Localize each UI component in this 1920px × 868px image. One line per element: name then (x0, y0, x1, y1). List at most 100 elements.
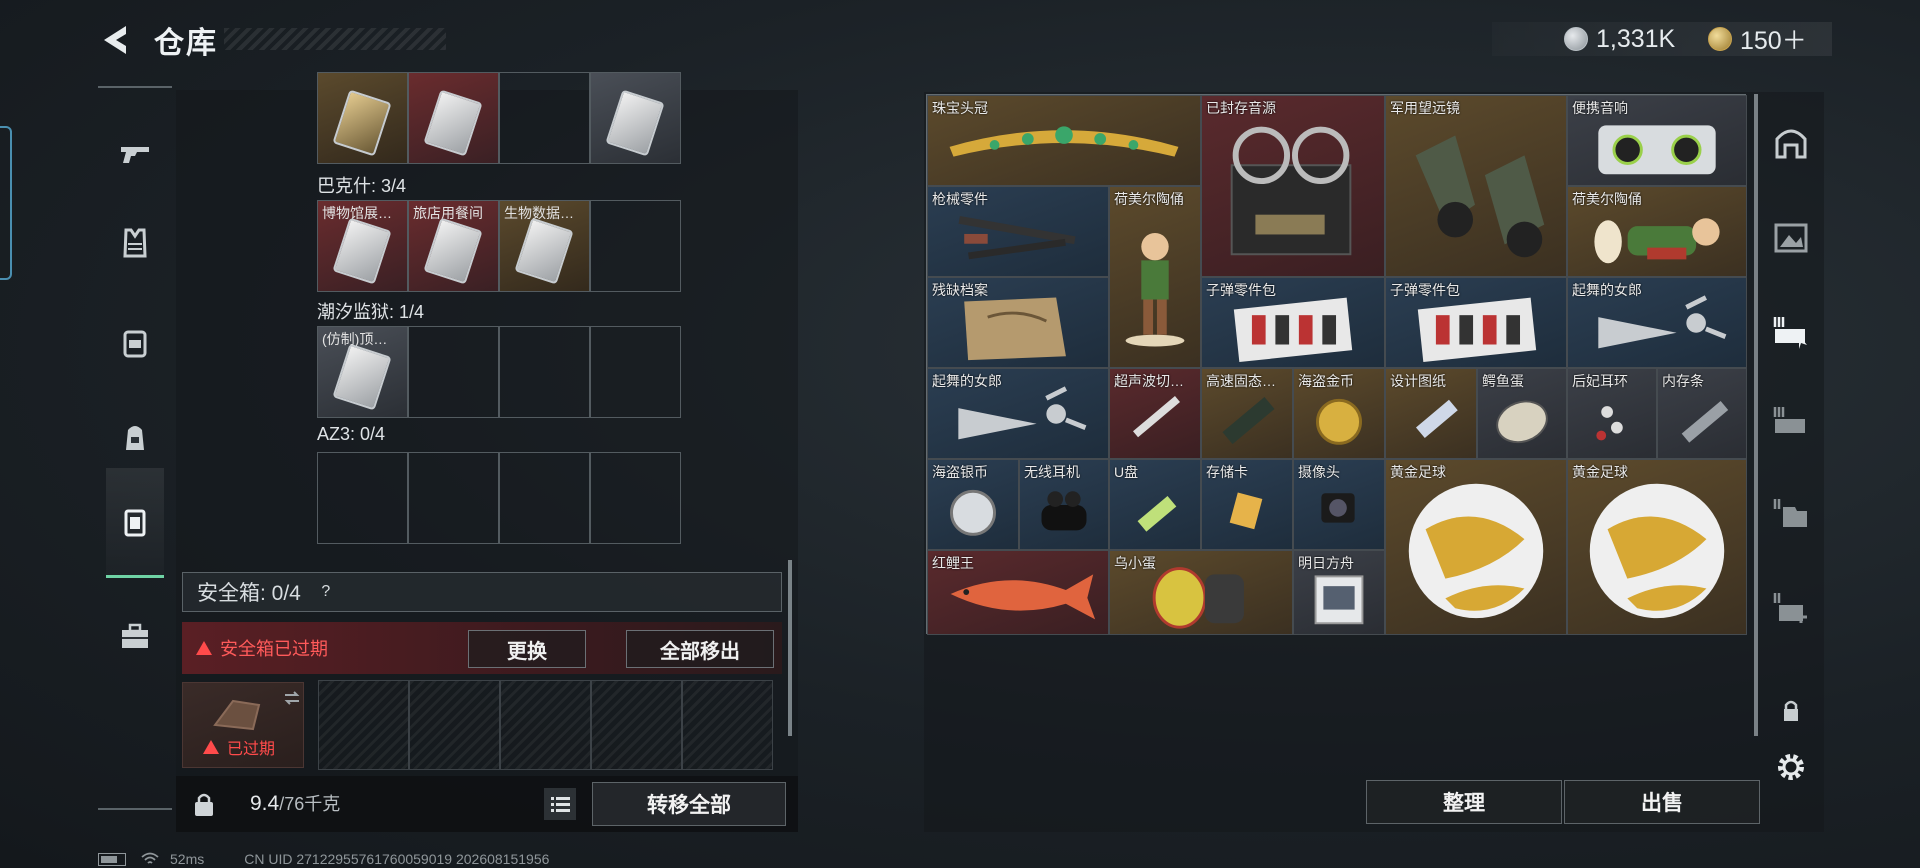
safe-box-cell[interactable] (682, 680, 773, 770)
header: 仓库 1,331K 150＋ (0, 0, 1920, 80)
keycard-icon (605, 89, 665, 157)
nav-chest-rig[interactable] (106, 314, 164, 372)
item-label: 超声波切… (1114, 373, 1184, 389)
gold-coin-icon (1708, 27, 1732, 51)
silver-coin-icon (1564, 27, 1588, 51)
add-folder-icon (1773, 593, 1807, 623)
warehouse-item[interactable]: 乌小蛋 (1109, 550, 1293, 635)
item-label: 枪械零件 (932, 191, 988, 207)
empty-slot[interactable] (499, 326, 590, 418)
warehouse-item[interactable]: 荷美尔陶俑 (1567, 186, 1747, 277)
gold-currency[interactable]: 150＋ (1708, 22, 1807, 56)
sort-button[interactable]: 整理 (1366, 780, 1562, 824)
back-arrow-icon[interactable] (96, 20, 136, 60)
tab-overview[interactable] (1766, 118, 1816, 168)
warehouse-panel: 珠宝头冠 已封存音源 军用望远镜 便携音响 枪械零件 荷美尔陶俑 荷美尔陶俑 残… (924, 92, 1824, 832)
nav-weapons[interactable] (106, 124, 164, 182)
currency-bar: 1,331K 150＋ (1492, 22, 1832, 56)
keycard-slot[interactable]: 生物数据… (499, 200, 590, 292)
settings-button[interactable] (1766, 742, 1816, 792)
warehouse-item[interactable]: 子弹零件包 (1385, 277, 1567, 368)
warehouse-item[interactable]: 起舞的女郎 (1567, 277, 1747, 368)
warehouse-item[interactable]: 黄金足球 (1567, 459, 1747, 635)
vest-icon (123, 228, 147, 258)
warehouse-item[interactable]: 鳄鱼蛋 (1477, 368, 1567, 459)
warehouse-item[interactable]: 子弹零件包 (1201, 277, 1385, 368)
warehouse-item[interactable]: U盘 (1109, 459, 1201, 550)
warehouse-item[interactable]: 内存条 (1657, 368, 1747, 459)
warehouse-item[interactable]: 珠宝头冠 (927, 95, 1201, 186)
tab-stash-1[interactable] (1766, 212, 1816, 262)
keycard-slot[interactable]: 旅店用餐间 (408, 200, 499, 292)
warehouse-item[interactable]: 残缺档案 (927, 277, 1109, 368)
empty-slot[interactable] (590, 200, 681, 292)
warehouse-item[interactable]: 红鲤王 (927, 550, 1109, 635)
warehouse-item[interactable]: 设计图纸 (1385, 368, 1477, 459)
warehouse-item[interactable]: 存储卡 (1201, 459, 1293, 550)
slot-label: (仿制)顶… (322, 331, 388, 347)
tab-stash-2[interactable] (1766, 306, 1816, 356)
empty-slot[interactable] (499, 72, 590, 164)
nav-armor[interactable] (106, 214, 164, 272)
warehouse-item[interactable]: 枪械零件 (927, 186, 1109, 277)
safe-box-cell[interactable] (500, 680, 591, 770)
help-icon[interactable]: ? (315, 581, 337, 603)
keycard-row-title: 潮汐监狱: 1/4 (317, 302, 425, 322)
backpack-icon (126, 426, 144, 450)
tab-stash-3[interactable] (1766, 396, 1816, 446)
warehouse-item[interactable]: 摄像头 (1293, 459, 1385, 550)
safe-box-cell[interactable] (409, 680, 500, 770)
lock-toggle[interactable] (1766, 686, 1816, 736)
item-label: 红鲤王 (932, 555, 974, 571)
binoculars-icon (1415, 135, 1545, 258)
warehouse-item[interactable]: 明日方舟 (1293, 550, 1385, 635)
empty-slot[interactable] (317, 452, 408, 544)
empty-slot[interactable] (590, 452, 681, 544)
nav-toolbox[interactable] (106, 608, 164, 666)
warehouse-item[interactable]: 高速固态… (1201, 368, 1293, 459)
warehouse-item[interactable]: 黄金足球 (1385, 459, 1567, 635)
safe-box-cell[interactable] (591, 680, 682, 770)
transfer-all-button[interactable]: 转移全部 (592, 782, 786, 826)
warehouse-item[interactable]: 海盗银币 (927, 459, 1019, 550)
expired-warning-text: 安全箱已过期 (220, 639, 328, 659)
item-slot[interactable] (408, 72, 499, 164)
move-all-out-button[interactable]: 全部移出 (626, 630, 774, 668)
empty-slot[interactable] (408, 326, 499, 418)
item-label: 起舞的女郎 (932, 373, 1002, 389)
tab-stash-4[interactable] (1766, 488, 1816, 538)
safe-box-slot[interactable]: 已过期 (182, 682, 304, 768)
keycard-slot[interactable]: 博物馆展… (317, 200, 408, 292)
side-drawer-tab[interactable] (0, 126, 12, 280)
page-title: 仓库 (154, 27, 218, 60)
safe-box-header: 安全箱: 0/4 ? (182, 572, 782, 612)
tab-add-stash[interactable] (1766, 582, 1816, 632)
empty-slot[interactable] (499, 452, 590, 544)
sell-button[interactable]: 出售 (1564, 780, 1760, 824)
warehouse-item[interactable]: 荷美尔陶俑 (1109, 186, 1201, 368)
nav-safe-box[interactable] (106, 468, 164, 578)
keycard-slot[interactable]: (仿制)顶… (317, 326, 408, 418)
warehouse-item[interactable]: 海盗金币 (1293, 368, 1385, 459)
replace-button[interactable]: 更换 (468, 630, 586, 668)
list-view-icon[interactable] (544, 788, 576, 820)
warehouse-item[interactable]: 后妃耳环 (1567, 368, 1657, 459)
gold-football-icon (1589, 483, 1725, 619)
warehouse-item[interactable]: 已封存音源 (1201, 95, 1385, 277)
warehouse-item[interactable]: 超声波切… (1109, 368, 1201, 459)
scrollbar[interactable] (788, 560, 792, 736)
warehouse-item[interactable]: 起舞的女郎 (927, 368, 1109, 459)
item-slot[interactable] (317, 72, 408, 164)
warehouse-item[interactable]: 便携音响 (1567, 95, 1747, 186)
safe-box-cell[interactable] (318, 680, 409, 770)
empty-slot[interactable] (408, 452, 499, 544)
item-label: 存储卡 (1206, 464, 1248, 480)
keycard-icon (423, 89, 483, 157)
item-slot[interactable] (590, 72, 681, 164)
warehouse-item[interactable]: 军用望远镜 (1385, 95, 1567, 277)
warehouse-item[interactable]: 无线耳机 (1019, 459, 1109, 550)
figurine-icon (1125, 232, 1185, 347)
nav-backpack[interactable] (106, 408, 164, 466)
empty-slot[interactable] (590, 326, 681, 418)
silver-currency[interactable]: 1,331K (1564, 22, 1675, 56)
